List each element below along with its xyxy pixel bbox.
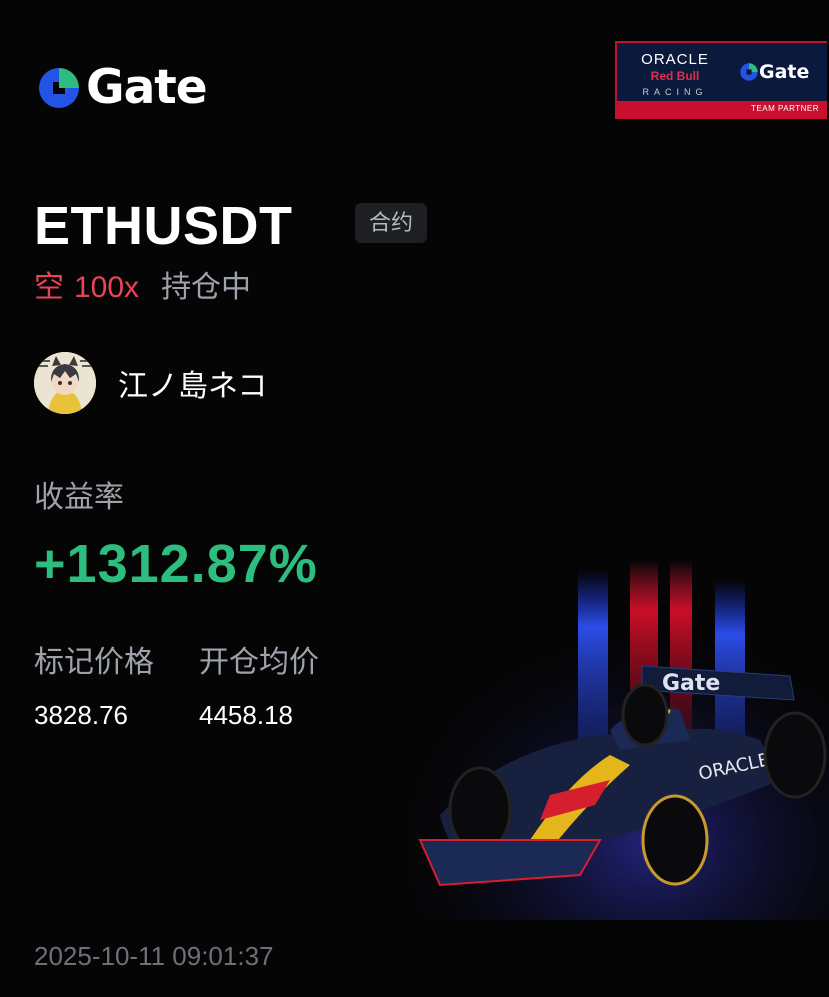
partner-footer-text: TEAM PARTNER: [617, 101, 827, 117]
share-card: Gate ORACLE Red Bull RACING Gate TEAM PA…: [0, 0, 829, 997]
position-info: 空 100x 持仓中: [34, 268, 251, 308]
roi-label: 收益率: [34, 481, 124, 514]
entry-price-value: 4458.18: [199, 700, 293, 730]
gate-logo: Gate: [36, 60, 208, 115]
partner-gate-text: Gate: [759, 61, 810, 83]
position-status: 持仓中: [161, 271, 252, 304]
timestamp: 2025-10-11 09:01:37: [34, 941, 274, 971]
avatar: [34, 352, 96, 414]
partner-racing-text: RACING: [642, 87, 708, 97]
partner-gate-logo: Gate: [739, 61, 809, 83]
position-leverage: 100x: [74, 271, 140, 304]
roi-value: +1312.87%: [34, 534, 318, 594]
f1-car-illustration: Gate ORACLE: [380, 540, 829, 920]
entry-price-label: 开仓均价: [199, 646, 319, 679]
position-side: 空: [34, 271, 64, 304]
svg-text:Gate: Gate: [662, 671, 720, 696]
contract-tag: 合约: [355, 203, 427, 243]
user-info: 江ノ島ネコ: [34, 352, 267, 414]
partner-gate-icon: [740, 63, 758, 81]
username: 江ノ島ネコ: [118, 370, 268, 403]
avatar-image: [34, 352, 96, 414]
mark-price-label: 标记价格: [34, 646, 154, 679]
trading-pair: ETHUSDT: [34, 196, 293, 256]
gate-logo-text: Gate: [86, 60, 208, 115]
team-partner-badge: ORACLE Red Bull RACING Gate TEAM PARTNER: [615, 41, 827, 119]
partner-redbull-text: Red Bull: [650, 69, 700, 83]
partner-oracle-text: ORACLE: [641, 51, 709, 68]
mark-price-value: 3828.76: [34, 700, 128, 730]
gate-logo-icon: [39, 68, 79, 108]
